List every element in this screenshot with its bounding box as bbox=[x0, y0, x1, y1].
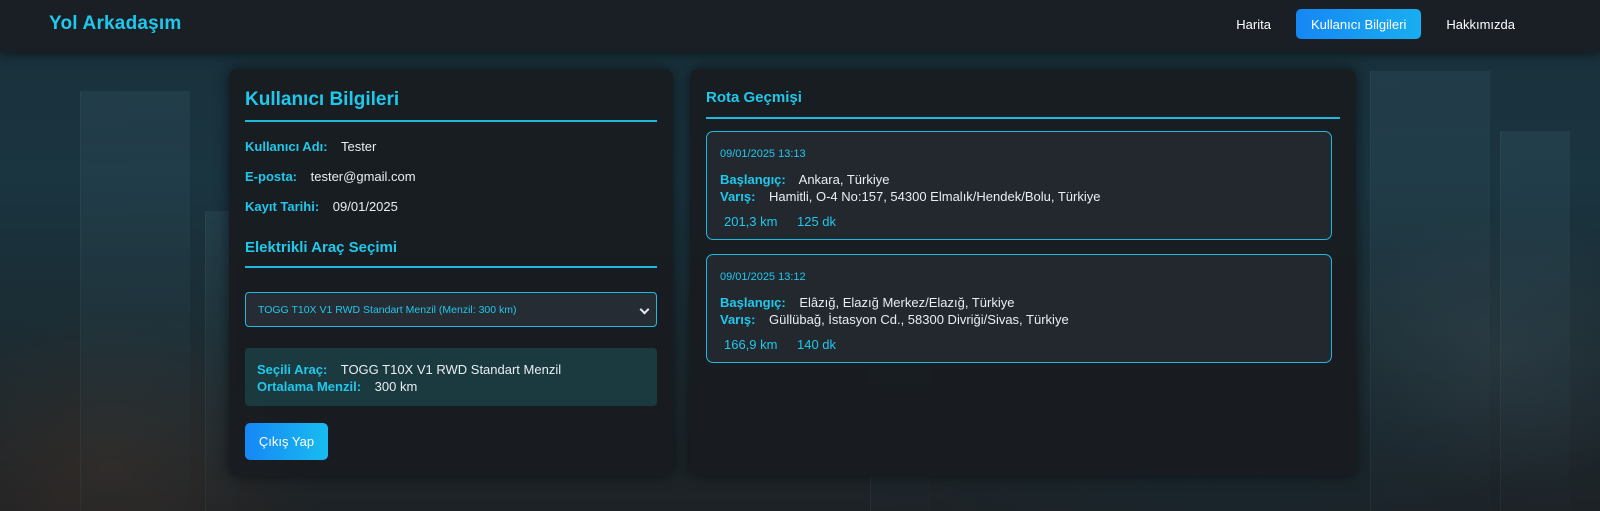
average-range-label: Ortalama Menzil: bbox=[257, 379, 362, 394]
signup-date-label: Kayıt Tarihi: bbox=[245, 199, 320, 214]
vehicle-select[interactable]: TOGG T10X V1 RWD Standart Menzil (Menzil… bbox=[245, 292, 657, 327]
route-history-card: Rota Geçmişi 09/01/2025 13:13 Başlangıç:… bbox=[690, 69, 1356, 476]
route-end-label: Varış: bbox=[720, 312, 756, 327]
route-duration: 140 dk bbox=[797, 337, 837, 352]
route-history-item[interactable]: 09/01/2025 13:12 Başlangıç: Elâzığ, Elaz… bbox=[706, 254, 1332, 363]
route-history-item[interactable]: 09/01/2025 13:13 Başlangıç: Ankara, Türk… bbox=[706, 131, 1332, 240]
route-history-title: Rota Geçmişi bbox=[706, 89, 1340, 119]
signup-date-row: Kayıt Tarihi: 09/01/2025 bbox=[245, 199, 398, 214]
email-label: E-posta: bbox=[245, 169, 297, 184]
nav-links: Harita Kullanıcı Bilgileri Hakkımızda bbox=[1221, 9, 1530, 39]
route-end-value: Hamitli, O-4 No:157, 54300 Elmalık/Hende… bbox=[769, 189, 1101, 204]
route-start-value: Elâzığ, Elazığ Merkez/Elazığ, Türkiye bbox=[799, 295, 1015, 310]
logout-button[interactable]: Çıkış Yap bbox=[245, 423, 328, 460]
username-row: Kullanıcı Adı: Tester bbox=[245, 139, 376, 154]
selected-vehicle-box: Seçili Araç: TOGG T10X V1 RWD Standart M… bbox=[245, 348, 657, 406]
route-distance: 166,9 km bbox=[724, 337, 778, 352]
route-start-label: Başlangıç: bbox=[720, 172, 786, 187]
chevron-down-icon bbox=[639, 304, 650, 315]
route-date: 09/01/2025 13:12 bbox=[720, 271, 806, 283]
nav-link-kullanici-bilgileri[interactable]: Kullanıcı Bilgileri bbox=[1295, 9, 1422, 39]
selected-vehicle-value: TOGG T10X V1 RWD Standart Menzil bbox=[340, 362, 562, 377]
route-end-label: Varış: bbox=[720, 189, 756, 204]
route-date: 09/01/2025 13:13 bbox=[720, 148, 806, 160]
route-duration: 125 dk bbox=[797, 214, 837, 229]
average-range-row: Ortalama Menzil: 300 km bbox=[257, 379, 417, 394]
email-value: tester@gmail.com bbox=[310, 169, 416, 184]
route-start-row: Başlangıç: Elâzığ, Elazığ Merkez/Elazığ,… bbox=[720, 295, 1014, 310]
nav-link-harita[interactable]: Harita bbox=[1221, 9, 1286, 39]
email-row: E-posta: tester@gmail.com bbox=[245, 169, 416, 184]
route-end-row: Varış: Güllübağ, İstasyon Cd., 58300 Div… bbox=[720, 312, 1069, 327]
vehicle-select-value: TOGG T10X V1 RWD Standart Menzil (Menzil… bbox=[258, 303, 517, 316]
route-distance: 201,3 km bbox=[724, 214, 778, 229]
route-end-value: Güllübağ, İstasyon Cd., 58300 Divriği/Si… bbox=[769, 312, 1069, 327]
user-info-card: Kullanıcı Bilgileri Kullanıcı Adı: Teste… bbox=[229, 69, 673, 476]
selected-vehicle-label: Seçili Araç: bbox=[257, 362, 328, 377]
user-info-title: Kullanıcı Bilgileri bbox=[245, 89, 657, 122]
average-range-value: 300 km bbox=[374, 379, 418, 394]
top-navbar: Yol Arkadaşım Harita Kullanıcı Bilgileri… bbox=[0, 0, 1600, 52]
vehicle-selection-title: Elektrikli Araç Seçimi bbox=[245, 239, 657, 268]
signup-date-value: 09/01/2025 bbox=[332, 199, 398, 214]
route-start-value: Ankara, Türkiye bbox=[798, 172, 890, 187]
nav-link-hakkimizda[interactable]: Hakkımızda bbox=[1431, 9, 1530, 39]
brand-logo[interactable]: Yol Arkadaşım bbox=[49, 13, 181, 35]
route-start-row: Başlangıç: Ankara, Türkiye bbox=[720, 172, 889, 187]
route-end-row: Varış: Hamitli, O-4 No:157, 54300 Elmalı… bbox=[720, 189, 1100, 204]
username-value: Tester bbox=[340, 139, 377, 154]
route-start-label: Başlangıç: bbox=[720, 295, 786, 310]
username-label: Kullanıcı Adı: bbox=[245, 139, 328, 154]
selected-vehicle-row: Seçili Araç: TOGG T10X V1 RWD Standart M… bbox=[257, 362, 561, 377]
